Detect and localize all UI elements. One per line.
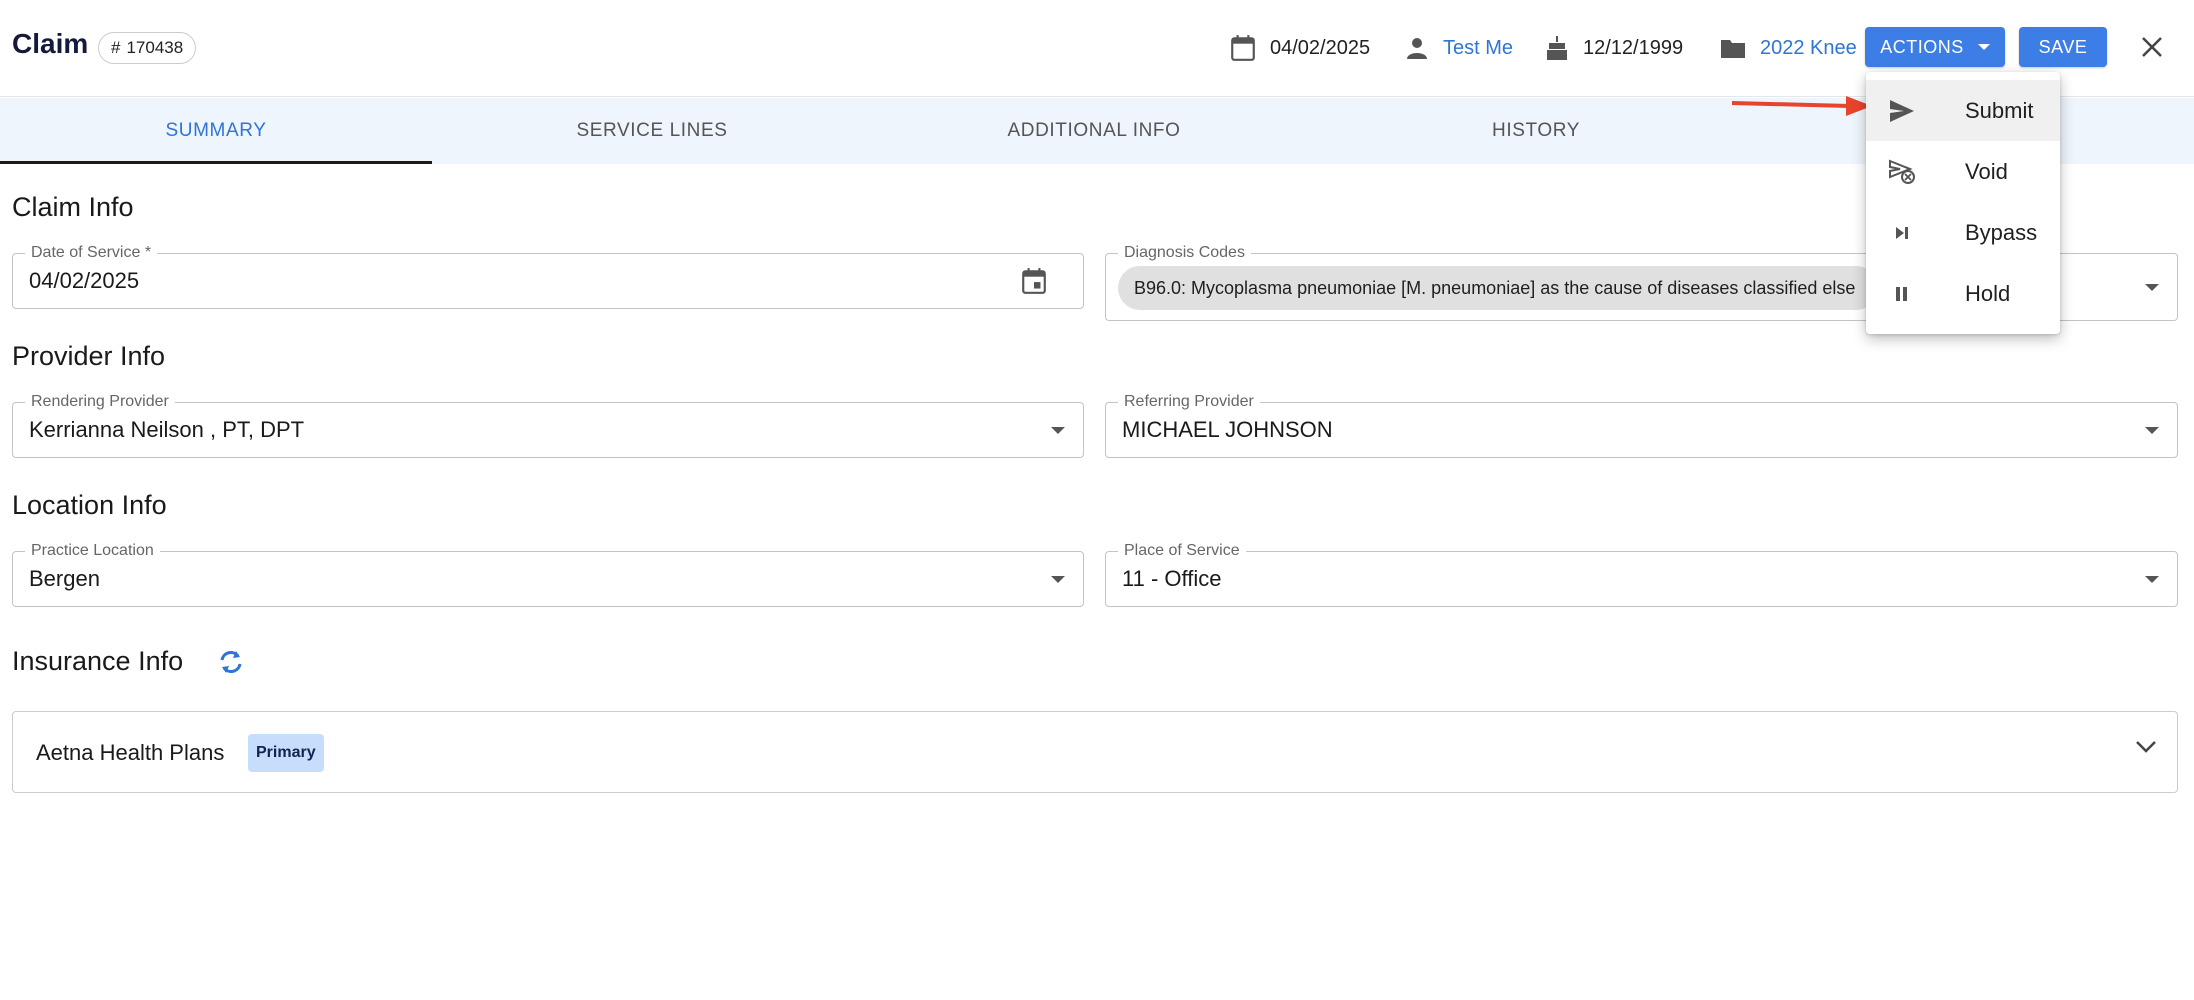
- actions-button-label: ACTIONS: [1880, 36, 1964, 57]
- folder-icon: [1721, 40, 1745, 58]
- case-meta: 2022 Knee: [1720, 30, 1857, 66]
- tab-summary[interactable]: SUMMARY: [0, 98, 432, 164]
- patient-meta: Test Me: [1405, 30, 1513, 66]
- caret-down-icon: [1977, 44, 1990, 50]
- dob-meta: 12/12/1999: [1545, 30, 1683, 66]
- dropdown-caret-icon: [1051, 576, 1065, 583]
- date-of-service-label: Date of Service *: [25, 244, 158, 262]
- referring-provider-select[interactable]: Referring Provider MICHAEL JOHNSON: [1105, 393, 2178, 458]
- diagnosis-chip-text: B96.0: Mycoplasma pneumoniae [M. pneumon…: [1134, 277, 1856, 298]
- patient-link[interactable]: Test Me: [1443, 37, 1513, 60]
- refresh-icon[interactable]: [216, 647, 246, 677]
- date-of-service-value: 04/02/2025: [29, 268, 140, 293]
- claim-header: Claim # 170438 04/02/2025 Test Me 12/12/…: [0, 0, 2194, 97]
- menu-item-hold[interactable]: Hold: [1866, 263, 2060, 324]
- provider-info-heading: Provider Info: [12, 341, 166, 371]
- rendering-provider-value: Kerrianna Neilson , PT, DPT: [29, 417, 305, 442]
- rendering-provider-label: Rendering Provider: [25, 393, 175, 411]
- dropdown-caret-icon: [2145, 284, 2159, 291]
- close-icon: [2142, 37, 2162, 57]
- patient-dob: 12/12/1999: [1583, 36, 1684, 59]
- location-info-heading: Location Info: [12, 490, 167, 520]
- dropdown-caret-icon: [1051, 427, 1065, 434]
- practice-location-value: Bergen: [29, 566, 100, 591]
- place-of-service-select[interactable]: Place of Service 11 - Office: [1105, 542, 2178, 607]
- save-button[interactable]: SAVE: [2019, 27, 2107, 67]
- diagnosis-chip[interactable]: B96.0: Mycoplasma pneumoniae [M. pneumon…: [1118, 266, 1878, 310]
- void-icon: [1889, 159, 1915, 184]
- active-tab-indicator: [0, 161, 432, 164]
- referring-provider-value: MICHAEL JOHNSON: [1122, 417, 1333, 442]
- skip-next-icon: [1896, 227, 1908, 239]
- tab-additional-info[interactable]: ADDITIONAL INFO: [878, 98, 1310, 164]
- calendar-picker-icon[interactable]: [1021, 267, 1047, 295]
- actions-button[interactable]: ACTIONS: [1865, 27, 2005, 67]
- insurance-card[interactable]: Aetna Health Plans Primary: [12, 711, 2178, 793]
- claim-date: 04/02/2025: [1270, 36, 1371, 59]
- date-of-service-field[interactable]: Date of Service * 04/02/2025: [12, 244, 1084, 309]
- chevron-down-icon[interactable]: [2135, 740, 2157, 754]
- menu-item-label: Hold: [1965, 280, 2011, 306]
- dropdown-caret-icon: [2145, 427, 2159, 434]
- practice-location-select[interactable]: Practice Location Bergen: [12, 542, 1084, 607]
- menu-item-label: Void: [1965, 158, 2008, 184]
- insurance-info-heading: Insurance Info: [12, 646, 184, 676]
- person-icon: [1407, 38, 1427, 59]
- calendar-icon: [1231, 35, 1255, 61]
- insurance-plan-name: Aetna Health Plans: [36, 740, 225, 765]
- claim-number-chip: # 170438: [98, 32, 197, 64]
- primary-badge: Primary: [248, 734, 324, 772]
- menu-item-label: Bypass: [1965, 219, 2038, 245]
- referring-provider-label: Referring Provider: [1118, 393, 1260, 411]
- menu-item-void[interactable]: Void: [1866, 141, 2060, 202]
- rendering-provider-select[interactable]: Rendering Provider Kerrianna Neilson , P…: [12, 393, 1084, 458]
- menu-item-submit[interactable]: Submit: [1866, 80, 2060, 141]
- diagnosis-codes-label: Diagnosis Codes: [1118, 244, 1251, 262]
- actions-menu: Submit Void Bypass Hold: [1866, 72, 2060, 334]
- tab-history[interactable]: HISTORY: [1320, 98, 1752, 164]
- annotation-arrow: [1731, 96, 1872, 116]
- close-button[interactable]: [2132, 27, 2172, 67]
- menu-item-bypass[interactable]: Bypass: [1866, 202, 2060, 263]
- page-title: Claim: [12, 28, 89, 59]
- dropdown-caret-icon: [2145, 576, 2159, 583]
- menu-item-label: Submit: [1965, 97, 2034, 123]
- date-meta: 04/02/2025: [1230, 30, 1370, 66]
- pause-icon: [1896, 287, 1907, 301]
- claim-info-heading: Claim Info: [12, 192, 134, 222]
- tab-service-lines[interactable]: SERVICE LINES: [436, 98, 868, 164]
- place-of-service-value: 11 - Office: [1122, 566, 1222, 591]
- hash-icon: #: [111, 38, 121, 57]
- practice-location-label: Practice Location: [25, 542, 160, 560]
- claim-page: Claim # 170438 04/02/2025 Test Me 12/12/…: [0, 0, 2194, 1000]
- case-link[interactable]: 2022 Knee: [1760, 37, 1857, 60]
- place-of-service-label: Place of Service: [1118, 542, 1246, 560]
- cake-icon: [1547, 36, 1567, 60]
- claim-number: 170438: [126, 38, 184, 57]
- send-icon: [1890, 100, 1914, 122]
